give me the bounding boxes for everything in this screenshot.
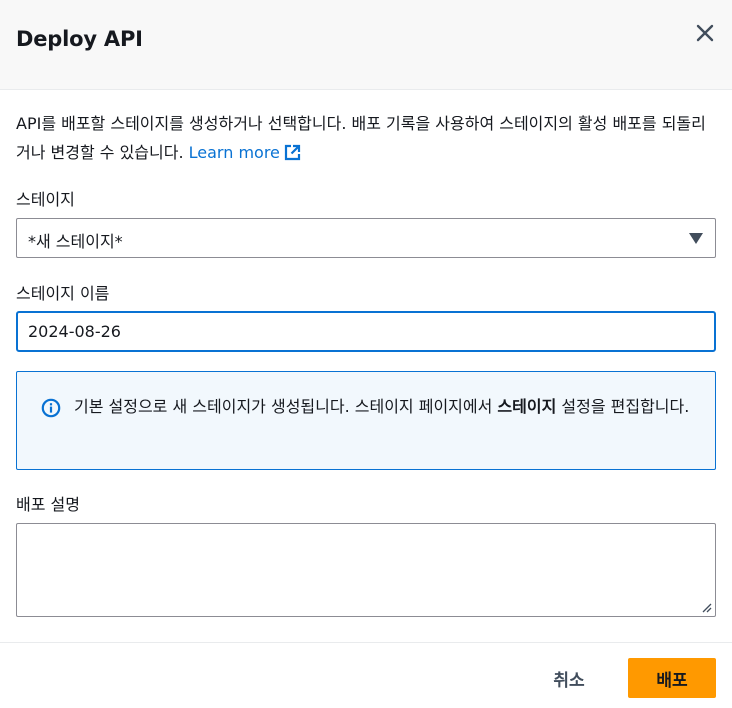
stage-label: 스테이지 xyxy=(16,190,75,209)
caret-down-icon[interactable] xyxy=(689,233,703,244)
info-text-after: 설정을 편집합니다. xyxy=(556,397,690,416)
description-textarea[interactable] xyxy=(16,523,716,617)
resize-handle-icon[interactable] xyxy=(702,603,712,613)
close-icon[interactable] xyxy=(696,24,714,42)
info-message: 기본 설정으로 새 스테이지가 생성됩니다. 스테이지 페이지에서 스테이지 설… xyxy=(74,392,694,421)
info-text-bold: 스테이지 xyxy=(497,397,557,416)
cancel-button[interactable]: 취소 xyxy=(536,660,602,696)
deploy-api-dialog: Deploy API API를 배포할 스테이지를 생성하거나 선택합니다. 배… xyxy=(0,0,732,708)
stage-name-label: 스테이지 이름 xyxy=(16,284,110,303)
external-link-icon[interactable] xyxy=(284,144,301,161)
info-alert: 기본 설정으로 새 스테이지가 생성됩니다. 스테이지 페이지에서 스테이지 설… xyxy=(16,371,716,470)
info-icon xyxy=(41,398,61,418)
dialog-header: Deploy API xyxy=(0,0,732,90)
dialog-title: Deploy API xyxy=(16,27,143,51)
intro-description: API를 배포할 스테이지를 생성하거나 선택합니다. 배포 기록을 사용하여 … xyxy=(16,114,706,162)
learn-more-label[interactable]: Learn more xyxy=(189,143,280,162)
info-text-before: 기본 설정으로 새 스테이지가 생성됩니다. 스테이지 페이지에서 xyxy=(74,397,498,416)
stage-select-value[interactable]: *새 스테이지* xyxy=(28,228,123,252)
learn-more-link[interactable]: Learn more xyxy=(189,143,301,162)
deploy-button[interactable]: 배포 xyxy=(628,658,716,698)
stage-name-input[interactable] xyxy=(16,311,716,352)
description-label: 배포 설명 xyxy=(16,495,80,514)
intro-text: API를 배포할 스테이지를 생성하거나 선택합니다. 배포 기록을 사용하여 … xyxy=(16,109,716,167)
footer-divider xyxy=(0,642,732,643)
stage-select[interactable]: *새 스테이지* xyxy=(16,218,716,258)
close-button[interactable] xyxy=(692,20,718,46)
